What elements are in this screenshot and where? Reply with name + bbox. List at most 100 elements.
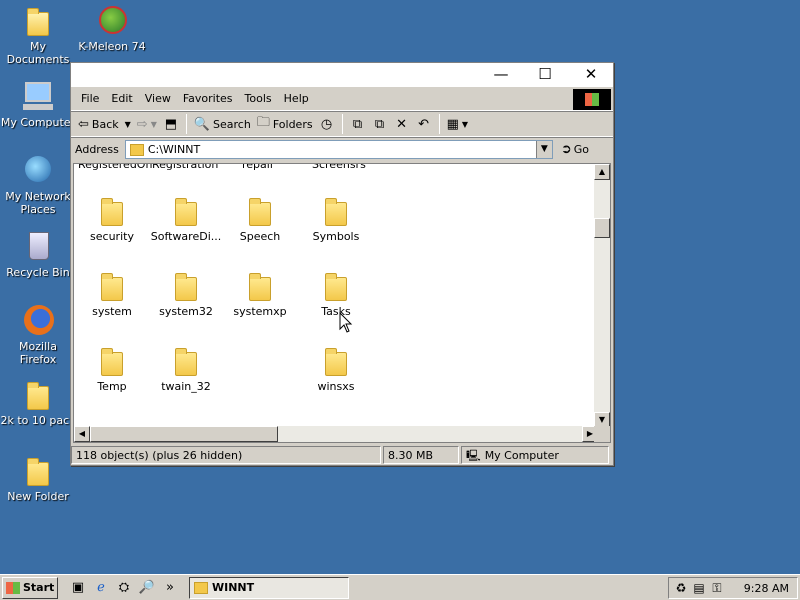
desktop-icon-my-computer[interactable]: My Computer xyxy=(0,80,76,129)
status-size: 8.30 MB xyxy=(383,446,459,464)
desktop-icon-label: My Documents xyxy=(6,40,70,66)
address-input[interactable]: C:\WINNT ▼ xyxy=(124,140,553,159)
move-to-icon[interactable]: ⧉ xyxy=(349,115,367,133)
folder-icon xyxy=(319,344,353,376)
folder-label: Speech xyxy=(239,230,281,243)
folder-item[interactable]: security xyxy=(76,194,148,243)
folder-icon xyxy=(169,269,203,301)
desktop-icon-label: 2k to 10 pack xyxy=(0,414,76,427)
go-button[interactable]: ➲ Go xyxy=(561,142,589,157)
search-icon: 🔍 xyxy=(193,116,211,132)
folder-item[interactable]: winsxs xyxy=(300,344,372,393)
menu-view[interactable]: View xyxy=(139,92,177,105)
menu-file[interactable]: File xyxy=(75,92,105,105)
show-desktop-icon[interactable]: ▣ xyxy=(68,579,88,597)
menu-tools[interactable]: Tools xyxy=(239,92,278,105)
menu-edit[interactable]: Edit xyxy=(105,92,138,105)
folder-icon xyxy=(129,143,144,156)
horizontal-scrollbar[interactable]: ◀ ▶ xyxy=(74,426,598,442)
start-button[interactable]: Start xyxy=(2,576,58,599)
file-list-pane[interactable]: RegisteredOn Registration repair Screens… xyxy=(73,163,611,443)
folder-icon xyxy=(95,269,129,301)
folder-item[interactable]: Symbols xyxy=(300,194,372,243)
title-bar[interactable]: — ☐ ✕ xyxy=(71,63,613,87)
k-meleon-icon xyxy=(95,4,129,38)
internet-explorer-icon[interactable]: ℯ xyxy=(91,579,111,597)
recycle-bin-icon xyxy=(21,230,55,264)
folder-icon xyxy=(194,581,208,594)
tray-monitor-icon[interactable]: ▤ xyxy=(691,580,707,596)
views-button[interactable]: ▦ ▼ xyxy=(444,113,471,135)
desktop-icon-2k-to-10-pack[interactable]: 2k to 10 pack xyxy=(0,378,76,427)
chevron-down-icon[interactable]: ▼ xyxy=(535,141,552,158)
clock[interactable]: 9:28 AM xyxy=(744,582,789,595)
quick-launch-more[interactable]: » xyxy=(160,579,180,597)
network-icon[interactable]: ⛭ xyxy=(114,579,134,597)
folder-icon xyxy=(169,194,203,226)
folder-icon xyxy=(21,454,55,488)
desktop-icon-recycle-bin[interactable]: Recycle Bin xyxy=(0,230,76,279)
start-label: Start xyxy=(23,581,55,594)
desktop-icon-network-places[interactable]: My Network Places xyxy=(0,154,76,216)
forward-button[interactable]: ⇨ ▼ xyxy=(134,113,160,135)
scroll-left-button[interactable]: ◀ xyxy=(74,426,90,442)
go-arrow-icon: ➲ xyxy=(560,142,572,157)
tray-app-icon[interactable]: ♻ xyxy=(673,580,689,596)
search-icon[interactable]: 🔎 xyxy=(137,579,157,597)
folder-icon xyxy=(243,194,277,226)
chevron-down-icon[interactable]: ▼ xyxy=(125,120,131,129)
partial-item-label: Screensrs xyxy=(312,163,366,171)
chevron-down-icon: ▼ xyxy=(150,119,157,129)
folder-label: system32 xyxy=(159,305,213,318)
folder-item[interactable]: Tasks xyxy=(300,269,372,318)
history-icon[interactable]: ◷ xyxy=(318,115,336,133)
copy-to-icon[interactable]: ⧉ xyxy=(371,115,389,133)
folder-item[interactable]: twain_32 xyxy=(150,344,222,393)
tray-network-icon[interactable]: ⚿ xyxy=(709,580,725,596)
maximize-button[interactable]: ☐ xyxy=(523,63,567,85)
back-button[interactable]: ⇦ Back ▼ xyxy=(75,113,134,135)
desktop-icon-new-folder[interactable]: New Folder xyxy=(0,454,76,503)
back-label: Back xyxy=(91,117,119,131)
undo-icon[interactable]: ↶ xyxy=(415,115,433,133)
folder-item[interactable]: Speech xyxy=(224,194,296,243)
folder-item[interactable]: systemxp xyxy=(224,269,296,318)
menu-favorites[interactable]: Favorites xyxy=(177,92,239,105)
standard-toolbar: ⇦ Back ▼ ⇨ ▼ ⬒ 🔍 Search 🗀 Folders ◷ ⧉ ⧉ ✕… xyxy=(71,111,613,137)
vertical-scrollbar[interactable]: ▲ ▼ xyxy=(594,164,610,428)
taskbar-button-winnt[interactable]: WINNT xyxy=(189,576,349,599)
scroll-up-button[interactable]: ▲ xyxy=(594,164,610,180)
folder-item[interactable]: SoftwareDi... xyxy=(150,194,222,243)
menu-help[interactable]: Help xyxy=(278,92,315,105)
back-arrow-icon: ⇦ xyxy=(78,116,89,132)
folder-icon xyxy=(319,269,353,301)
system-tray: ♻ ▤ ⚿ 9:28 AM xyxy=(668,577,798,599)
horizontal-scroll-thumb[interactable] xyxy=(90,426,278,442)
task-label: WINNT xyxy=(212,581,255,594)
search-button[interactable]: 🔍 Search xyxy=(191,113,254,135)
search-label: Search xyxy=(213,117,251,131)
folder-label: system xyxy=(92,305,132,318)
folder-item[interactable]: system32 xyxy=(150,269,222,318)
up-folder-icon[interactable]: ⬒ xyxy=(162,115,180,133)
address-bar: Address C:\WINNT ▼ ➲ Go xyxy=(71,137,613,161)
folder-icon xyxy=(95,194,129,226)
folders-label: Folders xyxy=(272,117,313,131)
desktop-icon-label: Mozilla Firefox xyxy=(19,340,57,366)
minimize-button[interactable]: — xyxy=(479,63,523,85)
folder-item[interactable]: Temp xyxy=(76,344,148,393)
partial-item-label: RegisteredOn xyxy=(78,163,153,171)
toolbar-separator xyxy=(438,114,440,134)
desktop-icon-my-documents[interactable]: My Documents xyxy=(0,4,76,66)
desktop-icon-firefox[interactable]: Mozilla Firefox xyxy=(0,304,76,366)
folders-icon: 🗀 xyxy=(256,115,270,130)
vertical-scroll-thumb[interactable] xyxy=(594,218,610,238)
go-label: Go xyxy=(573,143,589,156)
folders-button[interactable]: 🗀 Folders xyxy=(254,113,316,135)
views-icon: ▦ xyxy=(446,116,459,132)
close-button[interactable]: ✕ xyxy=(569,63,613,85)
desktop-icon-k-meleon[interactable]: K-Meleon 74 xyxy=(74,4,150,53)
delete-icon[interactable]: ✕ xyxy=(393,115,411,133)
folder-item[interactable]: system xyxy=(76,269,148,318)
folder-label: SoftwareDi... xyxy=(150,230,222,243)
